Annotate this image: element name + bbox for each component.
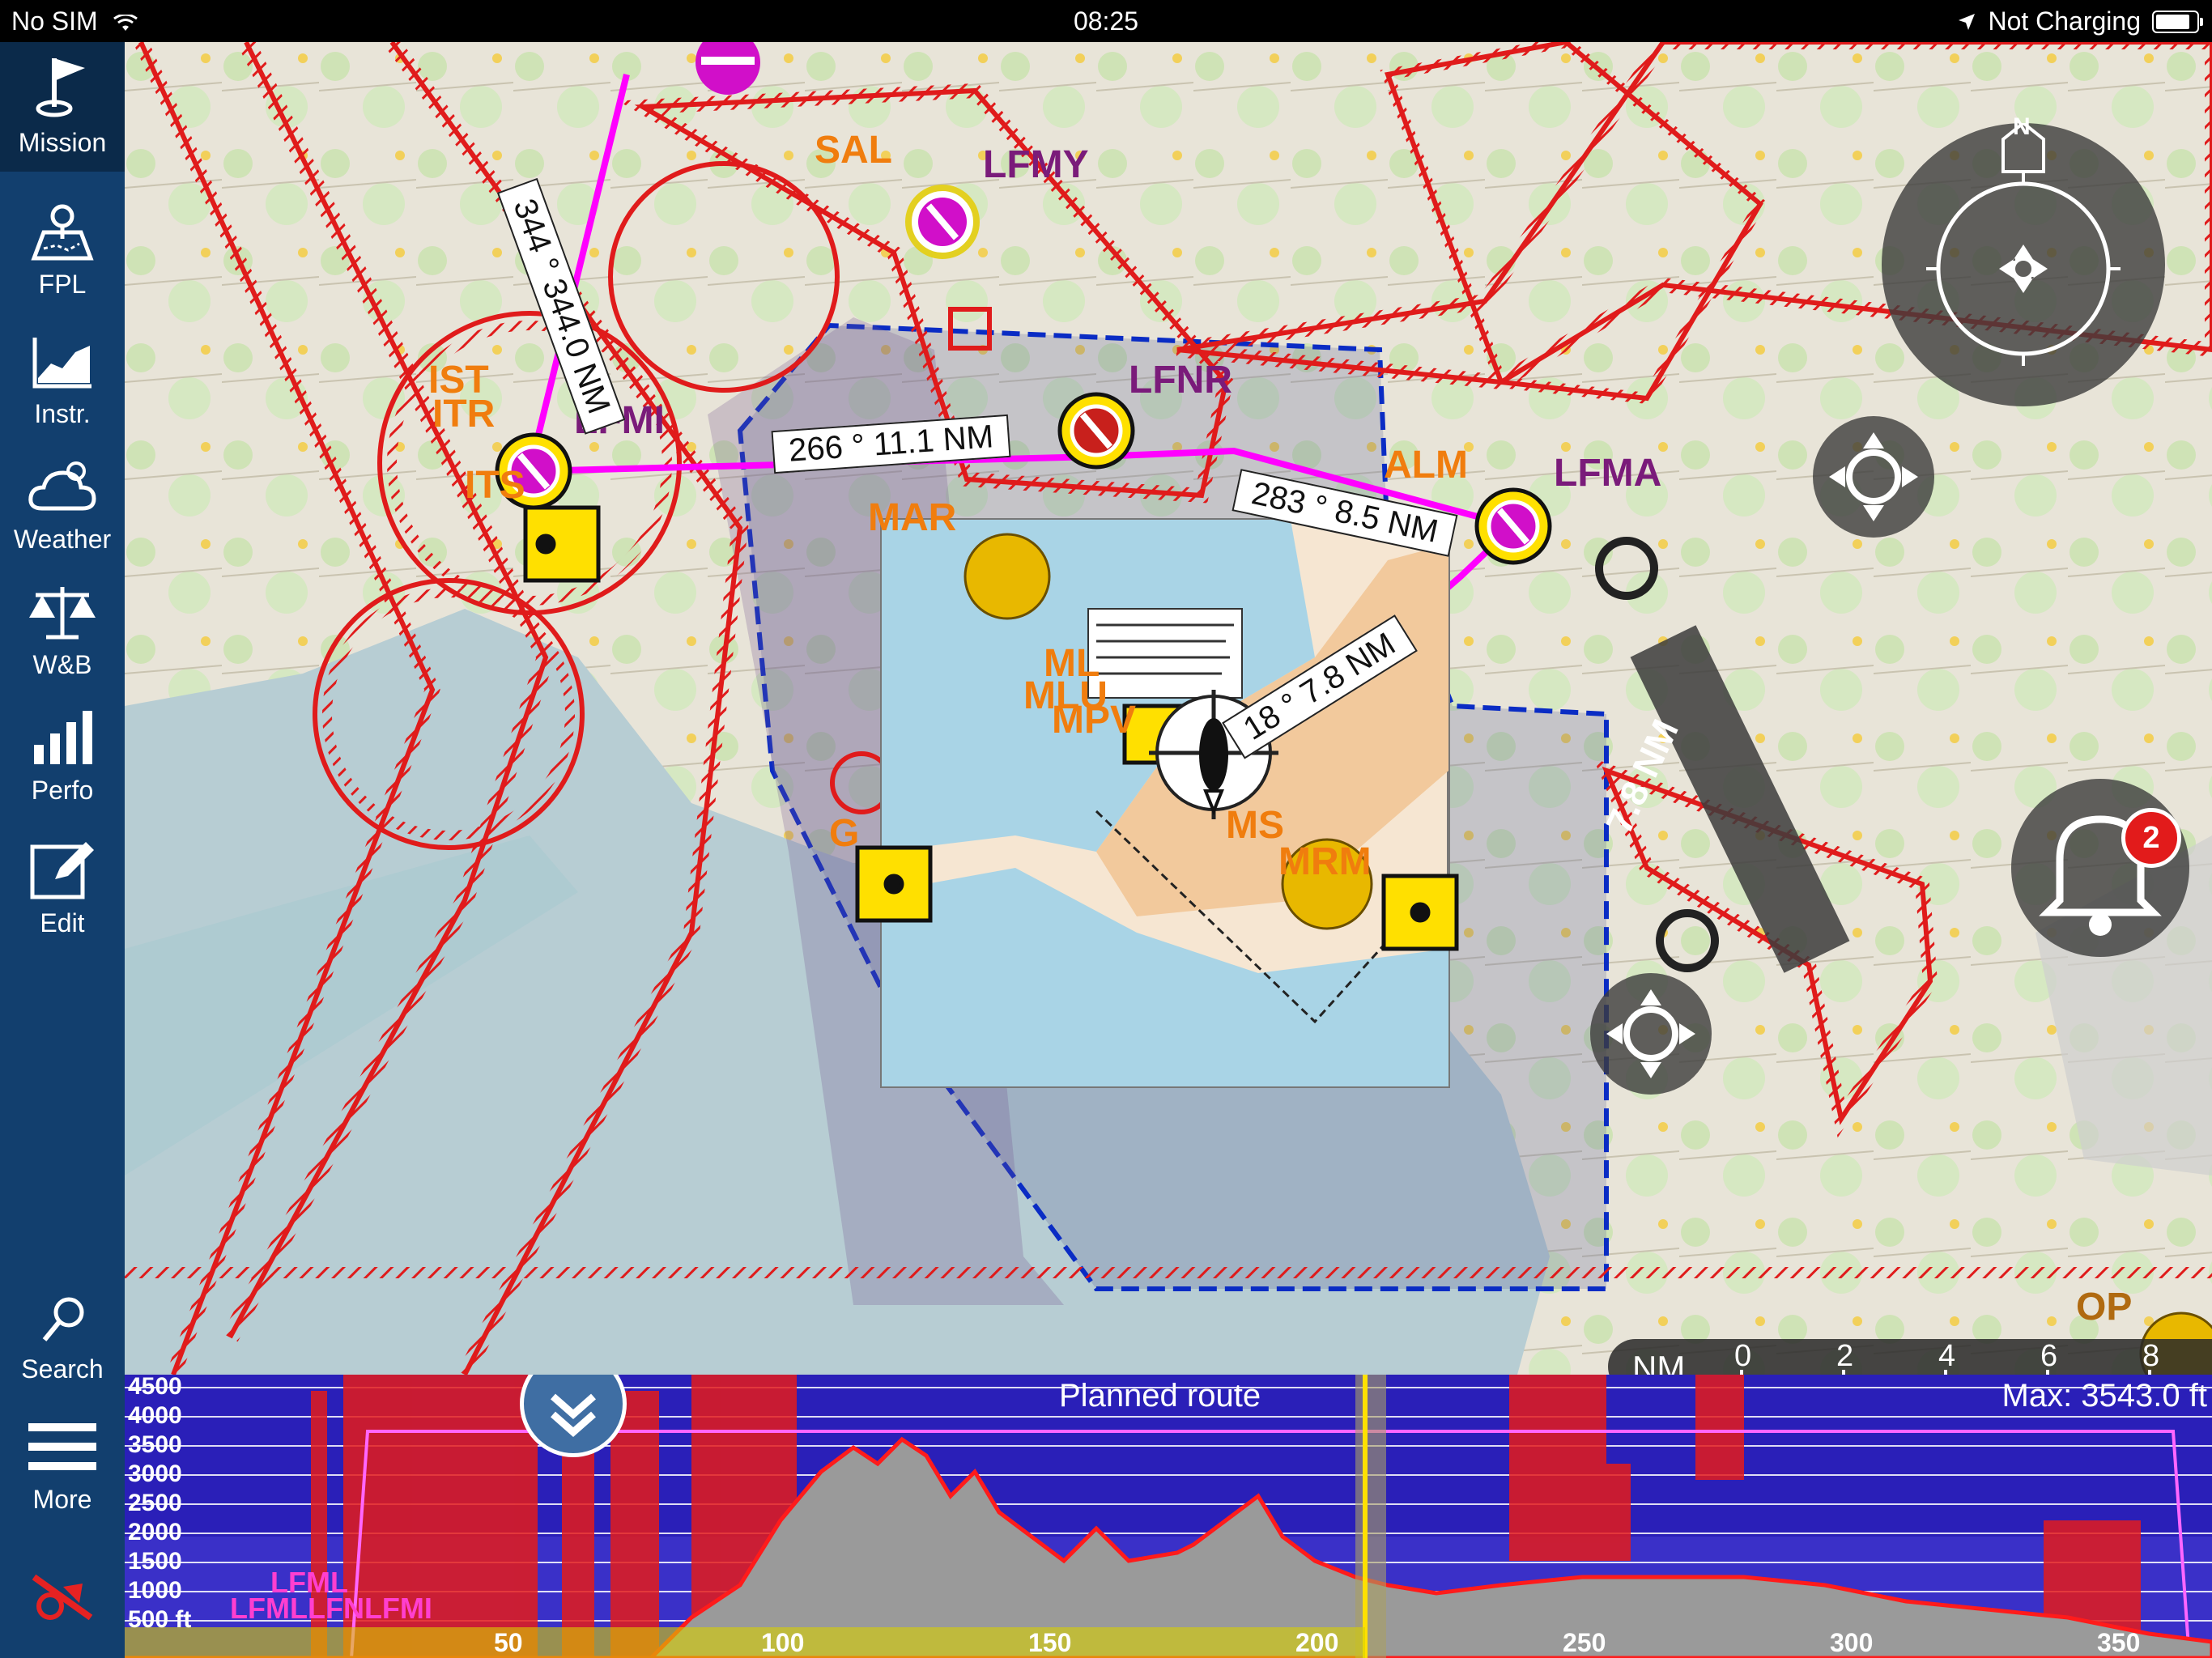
alt-label-2500: 2500 [128, 1490, 182, 1516]
scale-bar: NM 0 2 4 6 8 10 [1608, 1339, 2212, 1375]
no-signal-satellite-icon [32, 1574, 93, 1621]
alt-label-3000: 3000 [128, 1460, 182, 1487]
bell-icon [2039, 815, 2162, 936]
map-route-icon [31, 204, 94, 261]
sidebar-label-wb: W&B [32, 650, 92, 679]
sidebar-item-perfo[interactable]: Perfo [0, 706, 125, 806]
map-label-mar: MAR [868, 496, 957, 539]
battery-icon [2152, 10, 2203, 33]
sidebar-item-more[interactable]: More [0, 1418, 125, 1515]
alt-label-3500: 3500 [128, 1431, 182, 1458]
map-label-lfma: LFMA [1554, 452, 1662, 495]
compass-rose-icon [1926, 123, 2121, 366]
chart-area-icon [32, 338, 91, 389]
sidebar: Mission FPL Instr. Weather W&B Perfo Edi… [0, 42, 125, 1658]
map-view[interactable]: SAL LFMY LFNR LFMI IST ITR ITS ALM LFMA … [125, 42, 2212, 1375]
clock: 08:25 [1073, 6, 1139, 36]
sidebar-label-edit: Edit [40, 908, 85, 937]
alerts-button[interactable]: 2 [2011, 779, 2189, 957]
charging-label: Not Charging [1988, 6, 2141, 36]
sidebar-item-weather[interactable]: Weather [0, 455, 125, 555]
dist-label-300: 300 [1830, 1628, 1874, 1657]
profile-canvas [125, 1375, 2212, 1658]
vac-chart-inset [880, 518, 1450, 1088]
sidebar-item-wb[interactable]: W&B [0, 580, 125, 680]
dist-label-50: 50 [494, 1628, 523, 1657]
profile-max-altitude: Max: 3543.0 ft [2001, 1378, 2207, 1414]
menu-icon [28, 1423, 96, 1470]
compass-control[interactable]: N [1882, 113, 2165, 406]
sidebar-label-instr: Instr. [34, 399, 91, 428]
move-icon-2 [1606, 989, 1695, 1078]
alt-label-4500: 4500 [128, 1375, 182, 1400]
edit-icon [30, 842, 94, 899]
sidebar-label-more: More [32, 1485, 92, 1514]
map-label-g: G [829, 812, 860, 855]
location-arrow-icon [1959, 13, 1976, 30]
balance-scale-icon [29, 587, 96, 640]
cloud-icon [28, 461, 96, 511]
dist-label-250: 250 [1563, 1628, 1606, 1657]
compass-north: N [2013, 113, 2031, 140]
alt-label-2000: 2000 [128, 1519, 182, 1545]
wifi-icon [113, 14, 138, 31]
sidebar-item-fpl[interactable]: FPL [0, 200, 125, 300]
move-icon [1829, 432, 1918, 521]
status-bar: No SIM 08:25 Not Charging [0, 0, 2212, 42]
sidebar-item-mission[interactable]: Mission [0, 42, 125, 172]
battery-level [2156, 14, 2189, 29]
gps-status-button[interactable] [0, 1564, 125, 1634]
collapse-profile-button[interactable] [520, 1375, 627, 1457]
status-right: Not Charging [1957, 6, 2203, 36]
flag-icon [36, 58, 85, 117]
map-locate-button-bottom[interactable] [1590, 973, 1712, 1095]
sidebar-label-fpl: FPL [38, 270, 87, 299]
map-locate-button-top[interactable] [1813, 416, 1934, 538]
map-label-itr: ITR [432, 393, 496, 436]
search-icon [42, 1297, 84, 1341]
map-label-mpv: MPV [1052, 699, 1137, 742]
sidebar-item-search[interactable]: Search [0, 1293, 125, 1384]
bar-chart-icon [34, 711, 92, 764]
profile-waypoint-labels: LFMLLFNLFMI [230, 1592, 432, 1625]
scale-tick-4: 4 [1938, 1339, 1956, 1373]
profile-flown-band [125, 1627, 1365, 1658]
alt-label-1000: 1000 [128, 1577, 182, 1604]
profile-title: Planned route [1059, 1378, 1261, 1414]
scale-tick-8: 8 [2142, 1339, 2160, 1373]
dist-label-200: 200 [1295, 1628, 1339, 1657]
alt-label-1500: 1500 [128, 1548, 182, 1575]
map-label-alm: ALM [1384, 444, 1468, 487]
alt-label-500: 500 ft [128, 1606, 192, 1633]
map-label-lfnr: LFNR [1129, 359, 1232, 402]
sidebar-label-mission: Mission [18, 128, 107, 157]
dist-label-350: 350 [2097, 1628, 2141, 1657]
sidebar-label-search: Search [21, 1354, 104, 1384]
scale-tick-6: 6 [2040, 1339, 2058, 1373]
scale-ruler [1740, 1370, 2151, 1375]
chevron-double-down-icon [551, 1393, 596, 1437]
sidebar-item-edit[interactable]: Edit [0, 835, 125, 938]
map-label-op: OP [2076, 1286, 2133, 1329]
dist-label-100: 100 [761, 1628, 805, 1657]
sidebar-label-weather: Weather [13, 525, 112, 554]
sidebar-label-perfo: Perfo [31, 776, 94, 805]
map-label-its: ITS [465, 464, 525, 507]
alt-label-4000: 4000 [128, 1402, 182, 1429]
vertical-profile-panel[interactable]: 4500 4000 3500 3000 2500 2000 1500 1000 … [125, 1375, 2212, 1658]
alerts-badge: 2 [2121, 808, 2181, 868]
sidebar-item-instr[interactable]: Instr. [0, 329, 125, 429]
map-label-mrm: MRM [1278, 840, 1372, 883]
map-label-sal: SAL [815, 129, 892, 172]
status-left: No SIM [11, 6, 138, 36]
map-label-lfmy: LFMY [983, 143, 1089, 186]
dist-label-150: 150 [1028, 1628, 1072, 1657]
profile-position-band [1355, 1375, 1386, 1658]
scale-tick-2: 2 [1836, 1339, 1854, 1373]
scale-tick-0: 0 [1734, 1339, 1752, 1373]
map-label-ms: MS [1226, 804, 1284, 847]
carrier-label: No SIM [11, 6, 98, 36]
